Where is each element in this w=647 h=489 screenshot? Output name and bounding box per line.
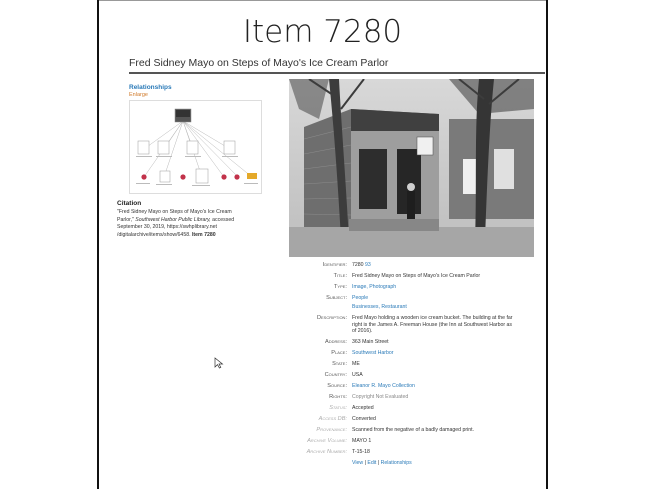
address-label: Address: [325,339,347,346]
slide: Item 7280 Fred Sidney Mayo on Steps of M… [0,0,647,489]
type-label: Type: [334,284,347,290]
description-line: of 2016). [352,328,373,335]
action-links: View | Edit | Relationships [290,460,545,466]
type-value: Image, Photograph [352,284,545,290]
item-title-heading: Fred Sidney Mayo on Steps of Mayo's Ice … [129,57,389,69]
access-db-value: Converted [352,416,376,423]
archive-volume-label: Archive Volume: [307,438,347,445]
metadata-row-address: Address: 363 Main Street [290,339,545,345]
photograph-image [289,79,534,257]
identifier-label: Identifier: [322,262,347,268]
citation-line: September 30, 2019, https://swhplibrary.… [117,224,217,231]
metadata-row-provenance: Provenance: Scanned from the negative of… [290,427,545,433]
citation-line: "Fred Sidney Mayo on Steps of Mayo's Ice… [117,209,232,215]
citation-text: "Fred Sidney Mayo on Steps of Mayo's Ice… [117,209,265,239]
metadata-row-archive-volume: Archive Volume: MAYO 1 [290,438,545,444]
citation-heading: Citation [117,200,142,207]
citation-url-fragment: /digitalarchive/items/show/6458. [117,231,192,238]
state-label: State: [332,361,347,368]
identifier-number: 7280 [352,262,364,268]
archive-volume-value: MAYO 1 [352,438,372,445]
country-label: Country: [324,372,347,379]
access-db-label: Access DB: [318,416,347,423]
metadata-row-status: Status: Accepted [290,405,545,411]
rights-label: Rights: [329,394,347,401]
relationship-graph[interactable] [129,100,262,194]
slide-frame-left [97,0,99,489]
slide-frame-top [97,0,548,1]
metadata-row-identifier: Identifier: 7280 93 [290,262,545,268]
metadata-row-place: Place: Southwest Harbor [290,350,545,356]
subject-link-people[interactable]: People [352,295,545,301]
metadata-row-subject: Subject: People Businesses, Restaurant [290,295,545,311]
metadata-row-state: State: ME [290,361,545,367]
citation-line: /digitalarchive/items/show/6458. Item 72… [117,232,265,240]
mouse-pointer-icon [214,356,224,369]
source-label: Source: [327,383,347,390]
subject-value: People Businesses, Restaurant [352,295,545,311]
address-value: 363 Main Street [352,339,389,346]
subject-label: Subject: [326,295,347,301]
metadata-row-type: Type: Image, Photograph [290,284,545,290]
relationship-graph-svg [136,108,258,186]
description-label: Description: [316,315,347,322]
slide-title: Item 7280 [242,14,403,50]
citation-publisher: Southwest Harbor Public Library, [135,216,211,223]
metadata-row-title: Title: Fred Sidney Mayo on Steps of Mayo… [290,273,545,279]
relationships-heading[interactable]: Relationships [129,84,172,91]
description-value: Fred Mayo holding a wooden ice cream buc… [352,315,545,334]
metadata-table: Identifier: 7280 93 Title: Fred Sidney M… [290,262,545,471]
cursor-arrow [214,357,224,369]
rights-value: Copyright Not Evaluated [352,394,545,400]
type-link[interactable]: Image, Photograph [352,284,396,290]
metadata-row-country: Country: USA [290,372,545,378]
citation-item-number: Item 7280 [191,231,216,238]
citation-fragment: Parlor," [117,216,136,223]
provenance-label: Provenance: [316,427,347,434]
relationships-link[interactable]: Relationships [381,460,412,466]
title-label: Title: [333,273,347,279]
provenance-value: Scanned from the negative of a badly dam… [352,427,474,434]
item-photograph[interactable] [289,79,534,257]
action-links-spacer [290,460,352,466]
metadata-row-rights: Rights: Copyright Not Evaluated [290,394,545,400]
country-value: USA [352,372,363,379]
heading-divider [129,72,545,74]
identifier-link[interactable]: 93 [365,262,371,268]
title-value: Fred Sidney Mayo on Steps of Mayo's Ice … [352,273,481,279]
place-link[interactable]: Southwest Harbor [352,350,394,356]
metadata-row-archive-number: Archive Number: T-15-18 [290,449,545,455]
status-label: Status: [329,405,347,412]
place-value: Southwest Harbor [352,350,545,356]
source-link[interactable]: Eleanor R. Mayo Collection [352,383,415,389]
identifier-value: 7280 93 [352,262,545,268]
archive-number-value: T-15-18 [352,449,370,456]
enlarge-link[interactable]: Enlarge [129,92,148,98]
citation-line: Parlor," Southwest Harbor Public Library… [117,217,265,225]
subject-link-businesses[interactable]: Businesses, Restaurant [352,304,545,310]
slide-frame-right [546,0,548,489]
metadata-row-source: Source: Eleanor R. Mayo Collection [290,383,545,389]
source-value: Eleanor R. Mayo Collection [352,383,545,389]
place-label: Place: [331,350,347,357]
status-value: Accepted [352,405,374,412]
rights-text: Copyright Not Evaluated [352,394,409,401]
action-links-group: View | Edit | Relationships [352,460,545,466]
state-value: ME [352,361,360,368]
citation-fragment: accessed [210,216,235,223]
edit-link[interactable]: Edit [367,460,376,466]
metadata-row-access-db: Access DB: Converted [290,416,545,422]
view-link[interactable]: View [352,460,363,466]
metadata-row-description: Description: Fred Mayo holding a wooden … [290,315,545,334]
archive-number-label: Archive Number: [306,449,347,456]
